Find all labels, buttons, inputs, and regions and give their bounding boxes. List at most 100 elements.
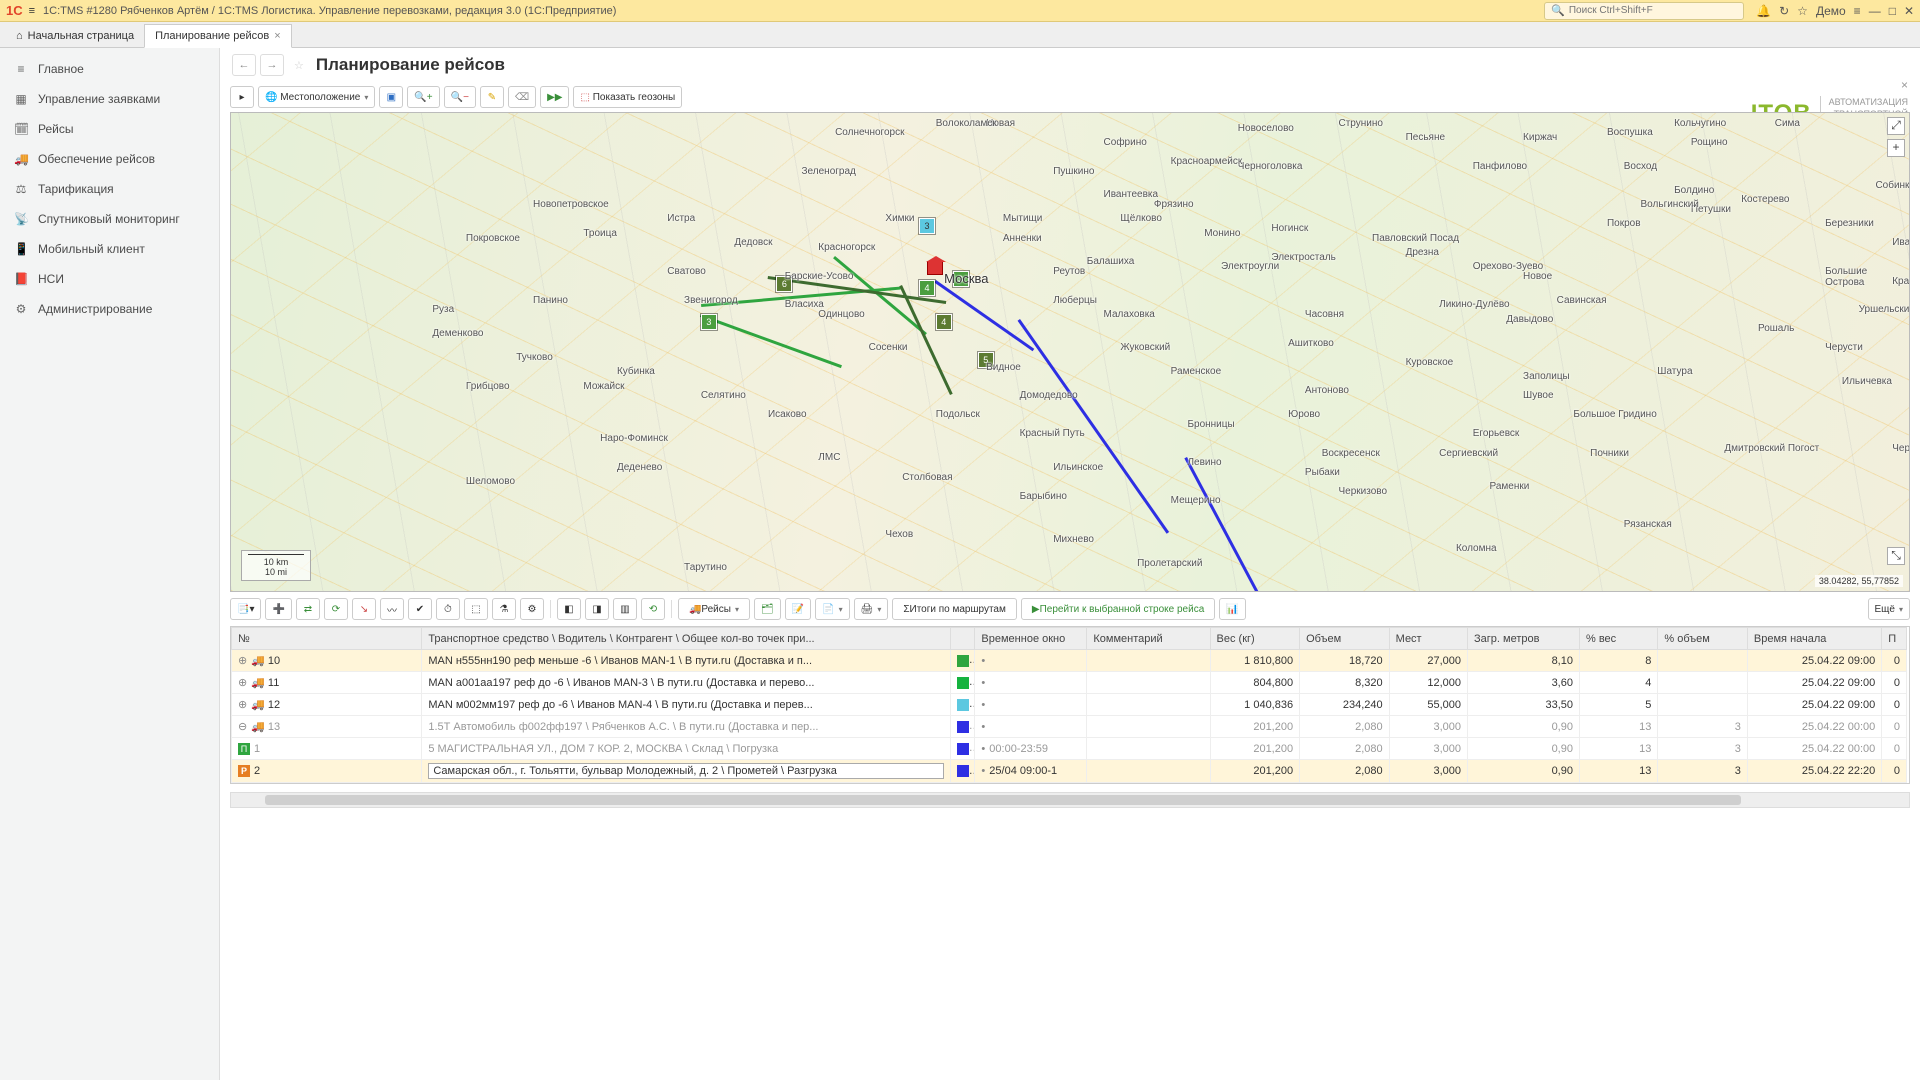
panel-left-button[interactable]: ◧ bbox=[557, 598, 581, 620]
col-header[interactable]: П bbox=[1882, 628, 1907, 650]
routes-table[interactable]: №Транспортное средство \ Водитель \ Конт… bbox=[230, 626, 1910, 784]
doc-dropdown[interactable]: 📄▾ bbox=[815, 598, 849, 620]
demo-label[interactable]: Демо bbox=[1816, 4, 1846, 18]
map-zoom-out-button[interactable]: ⤡ bbox=[1887, 547, 1905, 565]
expand-icon[interactable]: ⊕ bbox=[238, 699, 247, 711]
col-header[interactable]: № bbox=[232, 628, 422, 650]
close-window-icon[interactable]: ✕ bbox=[1904, 4, 1914, 18]
sidebar-item-2[interactable]: 🗓Рейсы bbox=[0, 114, 219, 144]
play-button[interactable]: ▶▶ bbox=[540, 86, 569, 108]
sidebar-item-0[interactable]: ≡Главное bbox=[0, 54, 219, 84]
panel-right-button[interactable]: ◨ bbox=[585, 598, 609, 620]
totals-button[interactable]: Σ Итоги по маршрутам bbox=[892, 598, 1017, 620]
map-city-label: Пушкино bbox=[1053, 166, 1094, 177]
process-button[interactable]: ⚙ bbox=[520, 598, 544, 620]
expand-icon[interactable]: ⊕ bbox=[238, 677, 247, 689]
map-marker[interactable]: 4 bbox=[919, 280, 935, 296]
geozone-button[interactable]: ⬚ Показать геозоны bbox=[573, 86, 682, 108]
map-expand-button[interactable]: ⤢ bbox=[1887, 117, 1905, 135]
window-title: 1C:TMS #1280 Рябченков Артём / 1С:TMS Ло… bbox=[43, 5, 616, 17]
col-header[interactable] bbox=[950, 628, 975, 650]
sidebar-item-4[interactable]: ⚖Тарификация bbox=[0, 174, 219, 204]
col-header[interactable]: Вес (кг) bbox=[1210, 628, 1300, 650]
col-header[interactable]: Загр. метров bbox=[1468, 628, 1580, 650]
map-marker[interactable]: 4 bbox=[936, 314, 952, 330]
pv-cell: 3 bbox=[1658, 716, 1748, 738]
col-header[interactable]: % вес bbox=[1579, 628, 1657, 650]
batch-button[interactable]: 🗂 bbox=[754, 598, 781, 620]
routes-dropdown[interactable]: 🚚 Рейсы▾ bbox=[678, 598, 750, 620]
sidebar-item-8[interactable]: ⚙Администрирование bbox=[0, 294, 219, 324]
col-header[interactable]: Мест bbox=[1389, 628, 1467, 650]
refresh-button[interactable]: ⟲ bbox=[641, 598, 665, 620]
location-button[interactable]: 🌐 Местоположение▾ bbox=[258, 86, 375, 108]
maximize-icon[interactable]: □ bbox=[1889, 4, 1896, 18]
table-horizontal-scrollbar[interactable] bbox=[230, 792, 1910, 808]
check-button[interactable]: ✔ bbox=[408, 598, 432, 620]
table-row[interactable]: P2Самарская обл., г. Тольятти, бульвар М… bbox=[232, 760, 1907, 783]
delete-button[interactable]: ↘ bbox=[352, 598, 376, 620]
col-header[interactable]: Время начала bbox=[1747, 628, 1881, 650]
map-city-label: Почники bbox=[1590, 448, 1629, 459]
expand-toolbar-button[interactable]: ▸ bbox=[230, 86, 254, 108]
col-header[interactable]: % объем bbox=[1658, 628, 1748, 650]
hamburger-icon[interactable]: ≡ bbox=[29, 5, 35, 17]
table-row[interactable]: П15 МАГИСТРАЛЬНАЯ УЛ., ДОМ 7 КОР. 2, МОС… bbox=[232, 738, 1907, 760]
map-marker[interactable]: 3 bbox=[919, 218, 935, 234]
sidebar-item-3[interactable]: 🚚Обеспечение рейсов bbox=[0, 144, 219, 174]
star-icon[interactable]: ☆ bbox=[1797, 4, 1808, 18]
goto-route-button[interactable]: ▶ Перейти к выбранной строке рейса bbox=[1021, 598, 1215, 620]
add-button[interactable]: ➕ bbox=[265, 598, 291, 620]
wave-button[interactable]: 〰 bbox=[380, 598, 404, 620]
map-zoom-in-button[interactable]: + bbox=[1887, 139, 1905, 157]
zoom-in-button[interactable]: 🔍+ bbox=[407, 86, 439, 108]
menu-more-icon[interactable]: ≡ bbox=[1854, 4, 1861, 18]
table-row[interactable]: ⊕🚚11MAN а001аа197 реф до -6 \ Иванов MAN… bbox=[232, 672, 1907, 694]
fit-map-button[interactable]: ▣ bbox=[379, 86, 403, 108]
favorite-star-icon[interactable]: ☆ bbox=[294, 59, 304, 72]
nav-forward-button[interactable]: → bbox=[260, 54, 284, 76]
map-marker[interactable]: 3 bbox=[701, 314, 717, 330]
sidebar-item-6[interactable]: 📱Мобильный клиент bbox=[0, 234, 219, 264]
zoom-out-button[interactable]: 🔍− bbox=[444, 86, 476, 108]
edit-doc-button[interactable]: 📝 bbox=[785, 598, 811, 620]
sidebar-item-1[interactable]: ▦Управление заявками bbox=[0, 84, 219, 114]
tree-button[interactable]: 📑▾ bbox=[230, 598, 261, 620]
passthrough-button[interactable]: ⟳ bbox=[324, 598, 348, 620]
col-header[interactable]: Объем bbox=[1300, 628, 1390, 650]
route-alt-button[interactable]: ⚗ bbox=[492, 598, 516, 620]
tab-home[interactable]: ⌂ Начальная страница bbox=[6, 25, 144, 47]
print-dropdown[interactable]: 🖨▾ bbox=[854, 598, 889, 620]
table-row[interactable]: ⊕🚚12MAN м002мм197 реф до -6 \ Иванов MAN… bbox=[232, 694, 1907, 716]
col-header[interactable]: Транспортное средство \ Водитель \ Контр… bbox=[422, 628, 950, 650]
select-button[interactable]: ⬚ bbox=[464, 598, 488, 620]
bell-icon[interactable]: 🔔 bbox=[1756, 4, 1771, 18]
search-input[interactable] bbox=[1569, 5, 1737, 16]
tab-planning[interactable]: Планирование рейсов × bbox=[144, 24, 292, 48]
sidebar-item-5[interactable]: 📡Спутниковый мониторинг bbox=[0, 204, 219, 234]
truck-icon: 🚚 bbox=[251, 721, 265, 733]
col-header[interactable]: Временное окно bbox=[975, 628, 1087, 650]
expand-icon[interactable]: ⊖ bbox=[238, 721, 247, 733]
clock-button[interactable]: ⏱ bbox=[436, 598, 460, 620]
history-icon[interactable]: ↻ bbox=[1779, 4, 1789, 18]
eraser-button[interactable]: ⌫ bbox=[508, 86, 536, 108]
tab-close-icon[interactable]: × bbox=[274, 30, 280, 42]
map-canvas[interactable]: 3 4 3 3 6 4 5 ⤢ + ⤡ 10 km10 mi 38.04282,… bbox=[230, 112, 1910, 592]
bottb-more-button[interactable]: Ещё▾ bbox=[1868, 598, 1910, 620]
swap-button[interactable]: ⇄ bbox=[296, 598, 320, 620]
global-search[interactable]: 🔍 bbox=[1544, 2, 1744, 20]
depot-marker[interactable] bbox=[927, 261, 943, 275]
minimize-icon[interactable]: — bbox=[1869, 4, 1881, 18]
table-row[interactable]: ⊕🚚10MAN н555нн190 реф меньше -6 \ Иванов… bbox=[232, 650, 1907, 672]
pencil-button[interactable]: ✎ bbox=[480, 86, 504, 108]
page-close-icon[interactable]: × bbox=[1901, 78, 1908, 92]
nav-back-button[interactable]: ← bbox=[232, 54, 256, 76]
ts-edit[interactable]: Самарская обл., г. Тольятти, бульвар Мол… bbox=[428, 763, 943, 779]
export-button[interactable]: 📊 bbox=[1219, 598, 1245, 620]
col-header[interactable]: Комментарий bbox=[1087, 628, 1210, 650]
sidebar-item-7[interactable]: 📕НСИ bbox=[0, 264, 219, 294]
expand-icon[interactable]: ⊕ bbox=[238, 655, 247, 667]
panel-split-button[interactable]: ▥ bbox=[613, 598, 637, 620]
table-row[interactable]: ⊖🚚131.5Т Автомобиль ф002фф197 \ Рябченко… bbox=[232, 716, 1907, 738]
